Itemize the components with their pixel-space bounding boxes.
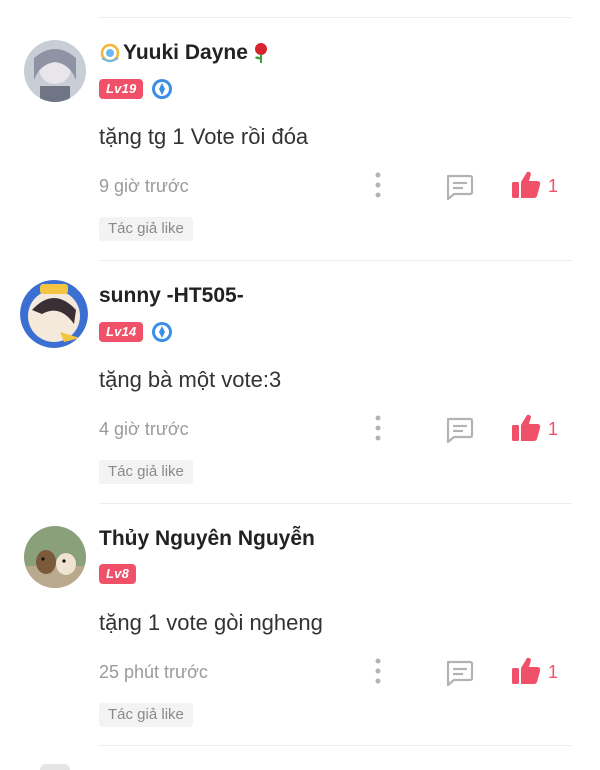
thumbs-up-icon[interactable] xyxy=(510,169,542,201)
level-badge: Lv19 xyxy=(99,79,144,99)
like-count: 1 xyxy=(548,176,559,196)
author-like-badge: Tác giả like xyxy=(99,703,193,727)
like-count: 1 xyxy=(548,419,559,439)
more-options-icon[interactable] xyxy=(371,656,385,686)
username-text: sunny -HT505- xyxy=(99,284,244,307)
reply-icon[interactable] xyxy=(444,416,474,444)
avatar[interactable] xyxy=(24,526,86,588)
rose-icon xyxy=(254,43,267,63)
username[interactable]: Thủy Nguyên Nguyễn xyxy=(99,527,315,551)
comment-text: tặng 1 vote gòi ngheng xyxy=(99,610,323,635)
comment-time: 9 giờ trước xyxy=(99,176,189,196)
verified-icon xyxy=(152,322,173,342)
reply-icon[interactable] xyxy=(444,659,474,687)
reply-icon[interactable] xyxy=(444,173,474,201)
comment-text: tặng bà một vote:3 xyxy=(99,367,282,392)
like-count: 1 xyxy=(548,662,559,682)
badges: Lv8 xyxy=(99,564,137,584)
username[interactable]: sunny -HT505- xyxy=(99,284,244,308)
verified-icon xyxy=(152,79,173,99)
username[interactable]: Yuuki Dayne xyxy=(99,41,272,65)
thumbs-up-icon[interactable] xyxy=(510,655,542,687)
comment-time: 25 phút trước xyxy=(99,662,208,682)
dizzy-icon xyxy=(100,43,120,63)
thumbs-up-icon[interactable] xyxy=(510,412,542,444)
badges: Lv19 xyxy=(99,78,173,100)
more-options-icon[interactable] xyxy=(371,170,385,200)
level-badge: Lv8 xyxy=(99,564,137,584)
author-like-badge: Tác giả like xyxy=(99,460,193,484)
comment-text: tặng tg 1 Vote rồi đóa xyxy=(99,124,309,149)
badges: Lv14 xyxy=(99,321,173,343)
comment-item: sunny -HT505- Lv14 tặng bà một vote:3 4 … xyxy=(0,260,600,502)
comment-item: Thủy Nguyên Nguyễn Lv8 tặng 1 vote gòi n… xyxy=(0,503,600,745)
comment-time: 4 giờ trước xyxy=(99,419,189,439)
comment-item: Yuuki Dayne Lv19 tặng tg 1 Vote rồi đóa … xyxy=(0,17,600,259)
avatar[interactable] xyxy=(24,40,86,102)
next-avatar-peek xyxy=(40,764,70,770)
author-like-badge: Tác giả like xyxy=(99,217,193,241)
username-text: Thủy Nguyên Nguyễn xyxy=(99,527,315,550)
avatar[interactable] xyxy=(20,280,88,348)
bottom-divider xyxy=(99,745,572,746)
level-badge: Lv14 xyxy=(99,322,144,342)
username-text: Yuuki Dayne xyxy=(123,41,248,64)
more-options-icon[interactable] xyxy=(371,413,385,443)
